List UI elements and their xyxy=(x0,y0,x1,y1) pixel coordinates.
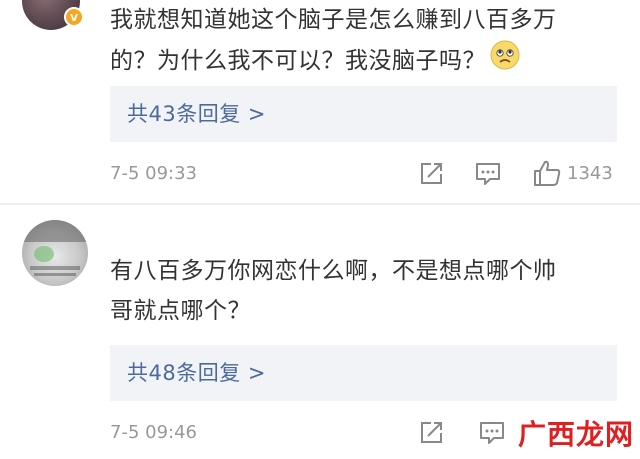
worried-face-emoji xyxy=(490,40,520,83)
svg-text:V: V xyxy=(70,13,78,24)
avatar[interactable] xyxy=(22,220,88,286)
share-icon[interactable] xyxy=(418,420,444,450)
comment-text-line: 哥就点哪个？ xyxy=(110,298,251,324)
reply-thread-box[interactable]: 共43条回复 > xyxy=(110,86,617,142)
like-thumb-icon[interactable] xyxy=(532,158,562,192)
like-count: 1343 xyxy=(567,163,613,184)
view-replies-link[interactable]: 共48条回复 > xyxy=(127,361,266,385)
comment-icon[interactable] xyxy=(478,420,506,450)
view-replies-link[interactable]: 共43条回复 > xyxy=(127,102,266,126)
comment-timestamp: 7-5 09:33 xyxy=(110,163,197,184)
comment-text-line: 的？为什么我不可以？我没脑子吗？ xyxy=(110,40,615,83)
comment-text: 有八百多万你网恋什么啊，不是想点哪个帅 哥就点哪个？ xyxy=(110,251,615,331)
comment-timestamp: 7-5 09:46 xyxy=(110,422,197,443)
verified-badge-icon: V xyxy=(64,7,84,27)
reply-thread-box[interactable]: 共48条回复 > xyxy=(110,345,617,401)
comment-icon[interactable] xyxy=(474,161,502,191)
comment-divider xyxy=(0,203,640,205)
comment-text-line: 有八百多万你网恋什么啊，不是想点哪个帅 xyxy=(110,258,557,284)
comment-text-line: 我就想知道她这个脑子是怎么赚到八百多万 xyxy=(110,7,557,33)
comment-text: 我就想知道她这个脑子是怎么赚到八百多万 的？为什么我不可以？我没脑子吗？ xyxy=(110,0,615,83)
share-icon[interactable] xyxy=(418,161,444,191)
site-watermark: 广西龙网 xyxy=(517,418,634,451)
